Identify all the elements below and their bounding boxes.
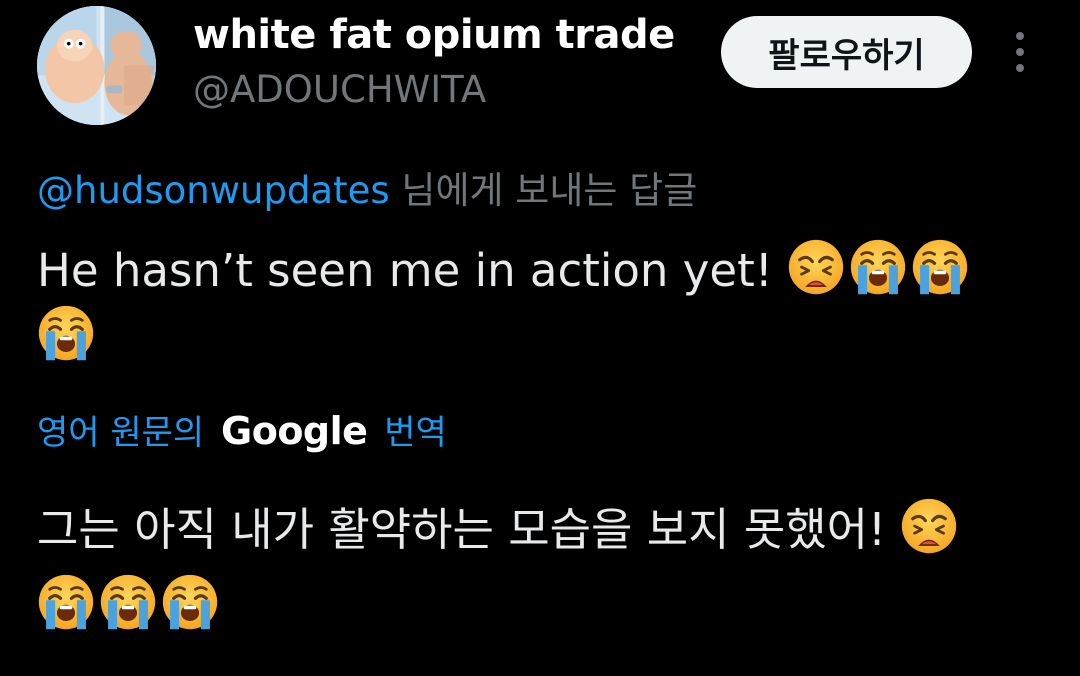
cartoon-character-avatar-icon — [37, 6, 156, 125]
reply-mention-link[interactable]: @hudsonwupdates — [37, 169, 390, 212]
google-logo: Google — [221, 409, 368, 453]
more-dot — [1016, 64, 1024, 72]
reply-context: @hudsonwupdates 님에게 보내는 답글 — [37, 160, 697, 214]
translation-attribution[interactable]: 영어 원문의 Google 번역 — [37, 405, 447, 454]
loudly-crying-face-emoji — [37, 304, 95, 362]
weary-face-emoji — [787, 238, 845, 296]
translated-body: 그는 아직 내가 활약하는 모습을 보지 못했어! — [37, 503, 901, 556]
author-handle[interactable]: @ADOUCHWITA — [193, 68, 486, 111]
translation-suffix: 번역 — [373, 413, 447, 453]
loudly-crying-face-emoji — [37, 573, 95, 631]
more-dot — [1016, 48, 1024, 56]
tweet-body: He hasn’t seen me in action yet! — [37, 244, 788, 297]
more-dot — [1016, 32, 1024, 40]
tweet-text: He hasn’t seen me in action yet! — [37, 238, 1047, 370]
follow-button[interactable]: 팔로우하기 — [721, 16, 972, 88]
avatar[interactable] — [37, 6, 156, 125]
tweet: white fat opium trade @ADOUCHWITA 팔로우하기 … — [0, 0, 1080, 676]
more-vertical-icon[interactable] — [1003, 28, 1037, 76]
loudly-crying-face-emoji — [161, 573, 219, 631]
author-display-name[interactable]: white fat opium trade — [193, 12, 675, 58]
reply-suffix: 님에게 보내는 답글 — [389, 169, 698, 212]
loudly-crying-face-emoji — [911, 238, 969, 296]
loudly-crying-face-emoji — [99, 573, 157, 631]
translation-prefix: 영어 원문의 — [37, 413, 216, 453]
loudly-crying-face-emoji — [849, 238, 907, 296]
translated-text: 그는 아직 내가 활약하는 모습을 보지 못했어! — [37, 492, 1047, 644]
weary-face-emoji — [900, 497, 958, 555]
